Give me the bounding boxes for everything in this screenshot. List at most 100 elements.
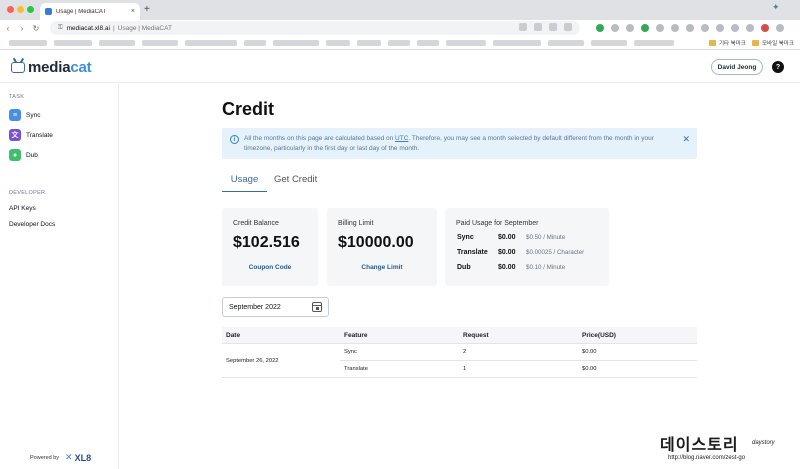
powered-by-label: Powered by bbox=[30, 454, 60, 461]
bookmark-item[interactable] bbox=[634, 40, 674, 46]
new-tab-button[interactable]: + bbox=[144, 4, 150, 16]
minimize-window-button[interactable] bbox=[17, 6, 24, 13]
logo-text-cat: cat bbox=[70, 59, 92, 76]
sidebar-item-translate[interactable]: 文 Translate bbox=[9, 129, 53, 141]
row-divider bbox=[222, 377, 697, 378]
bookmark-item[interactable] bbox=[54, 40, 92, 46]
xl8-logo[interactable]: ✕ XL8 bbox=[65, 452, 91, 463]
sidebar-item-label: Translate bbox=[26, 131, 53, 139]
menu-icon[interactable] bbox=[776, 24, 784, 32]
bookmarks-bar: 기타 북마크 모바일 북마크 bbox=[0, 36, 800, 50]
sidebar-link-api-keys[interactable]: API Keys bbox=[9, 205, 36, 212]
column-header-request: Request bbox=[463, 332, 489, 339]
usage-table: Date Feature Request Price(USD) Septembe… bbox=[222, 327, 697, 378]
bookmark-item[interactable] bbox=[273, 40, 319, 46]
back-button[interactable]: ‹ bbox=[2, 21, 14, 35]
bookmark-item[interactable] bbox=[417, 40, 439, 46]
translate-icon: 文 bbox=[9, 129, 21, 141]
extension-icon[interactable] bbox=[671, 24, 679, 32]
forward-button[interactable]: › bbox=[16, 21, 28, 35]
page-title: Credit bbox=[222, 99, 275, 119]
bookmark-star-icon[interactable] bbox=[564, 23, 572, 31]
tab-usage[interactable]: Usage bbox=[222, 172, 267, 192]
watermark-title: 데이스토리 bbox=[660, 437, 739, 454]
calendar-icon[interactable] bbox=[312, 302, 322, 312]
maximize-window-button[interactable] bbox=[27, 6, 34, 13]
usage-rate: $0.50 / Minute bbox=[526, 234, 566, 241]
tab-close-icon[interactable]: × bbox=[131, 8, 135, 15]
extension-icon[interactable] bbox=[641, 24, 649, 32]
extension-icon[interactable] bbox=[731, 24, 739, 32]
bookmark-item[interactable] bbox=[548, 40, 584, 46]
omnibox-page-title: Usage | MediaCAT bbox=[117, 24, 172, 32]
coupon-code-link[interactable]: Coupon Code bbox=[222, 264, 318, 271]
logo-text-media: media bbox=[28, 59, 71, 76]
bookmark-item[interactable] bbox=[9, 40, 47, 46]
bookmark-item[interactable] bbox=[388, 40, 410, 46]
close-banner-icon[interactable]: ✕ bbox=[682, 134, 690, 145]
extension-icon[interactable] bbox=[596, 24, 604, 32]
banner-text: All the months on this page are calculat… bbox=[244, 135, 396, 142]
usage-row: Sync $0.00 $0.50 / Minute bbox=[457, 234, 565, 241]
translate-page-icon[interactable] bbox=[549, 23, 557, 31]
bookmark-folder-other[interactable]: 기타 북마크 bbox=[709, 39, 746, 47]
bookmark-item[interactable] bbox=[185, 40, 237, 46]
folder-label: 기타 북마크 bbox=[719, 41, 746, 47]
browser-chrome: Usage | MediaCAT × + ✦ ‹ › ↻ ⚿ mediacat.… bbox=[0, 0, 800, 50]
bookmark-folder-mobile[interactable]: 모바일 북마크 bbox=[752, 39, 794, 47]
feature-cell: Translate bbox=[344, 366, 368, 372]
bookmark-item[interactable] bbox=[493, 40, 541, 46]
mediacat-logo[interactable]: mediacat bbox=[11, 59, 92, 76]
browser-tab[interactable]: Usage | MediaCAT × bbox=[40, 3, 140, 20]
usage-rate: $0.00025 / Character bbox=[526, 249, 585, 256]
extension-icon[interactable] bbox=[716, 24, 724, 32]
url-text: mediacat.xl8.ai bbox=[66, 24, 110, 32]
bookmark-item[interactable] bbox=[244, 40, 266, 46]
share-icon[interactable] bbox=[534, 23, 542, 31]
month-picker-value: September 2022 bbox=[229, 303, 281, 311]
extension-icon[interactable] bbox=[686, 24, 694, 32]
reload-button[interactable]: ↻ bbox=[30, 21, 42, 35]
profile-icon[interactable]: ✦ bbox=[772, 2, 790, 14]
utc-link[interactable]: UTC bbox=[395, 135, 408, 142]
xl8-brand-text: XL8 bbox=[74, 452, 92, 463]
omnibox-actions bbox=[519, 23, 572, 31]
tab-get-credit[interactable]: Get Credit bbox=[274, 172, 334, 185]
request-cell: 1 bbox=[463, 366, 467, 372]
bookmark-item[interactable] bbox=[142, 40, 178, 46]
extension-icon[interactable] bbox=[626, 24, 634, 32]
card-label: Paid Usage for September bbox=[456, 220, 539, 227]
help-icon[interactable]: ? bbox=[772, 61, 784, 73]
paid-usage-card: Paid Usage for September Sync $0.00 $0.5… bbox=[445, 208, 609, 286]
user-menu-button[interactable]: David Jeong bbox=[711, 59, 763, 75]
powered-by: Powered by ✕ XL8 bbox=[30, 452, 91, 463]
month-picker[interactable]: September 2022 bbox=[222, 297, 329, 317]
key-icon[interactable] bbox=[519, 23, 527, 31]
credit-balance-card: Credit Balance $102.516 Coupon Code bbox=[222, 208, 318, 286]
usage-feature: Sync bbox=[457, 234, 474, 241]
xl8-mark-icon: ✕ bbox=[65, 452, 73, 462]
bookmark-item[interactable] bbox=[357, 40, 381, 46]
favicon-icon bbox=[45, 8, 52, 15]
close-window-button[interactable] bbox=[7, 6, 14, 13]
sidebar-item-dub[interactable]: ● Dub bbox=[9, 149, 38, 161]
extension-icon[interactable] bbox=[701, 24, 709, 32]
sidebar-item-sync[interactable]: ≡ Sync bbox=[9, 109, 40, 121]
extension-icon[interactable] bbox=[746, 24, 754, 32]
bookmark-item[interactable] bbox=[446, 40, 486, 46]
folder-icon bbox=[709, 40, 716, 46]
usage-amount: $0.00 bbox=[498, 264, 516, 271]
column-header-feature: Feature bbox=[344, 332, 368, 339]
bookmark-item[interactable] bbox=[326, 40, 350, 46]
sidebar-section-developer: DEVELOPER bbox=[9, 190, 46, 196]
address-bar[interactable]: ⚿ mediacat.xl8.ai | Usage | MediaCAT bbox=[50, 21, 580, 35]
watermark-url: http://blog.naver.com/zest-go bbox=[668, 455, 746, 461]
extension-icon[interactable] bbox=[611, 24, 619, 32]
bookmark-item[interactable] bbox=[591, 40, 627, 46]
microphone-icon: ● bbox=[9, 149, 21, 161]
sidebar-link-developer-docs[interactable]: Developer Docs bbox=[9, 221, 55, 228]
extension-icon[interactable] bbox=[656, 24, 664, 32]
bookmark-item[interactable] bbox=[99, 40, 135, 46]
change-limit-link[interactable]: Change Limit bbox=[327, 264, 437, 271]
extension-icon[interactable] bbox=[761, 24, 769, 32]
